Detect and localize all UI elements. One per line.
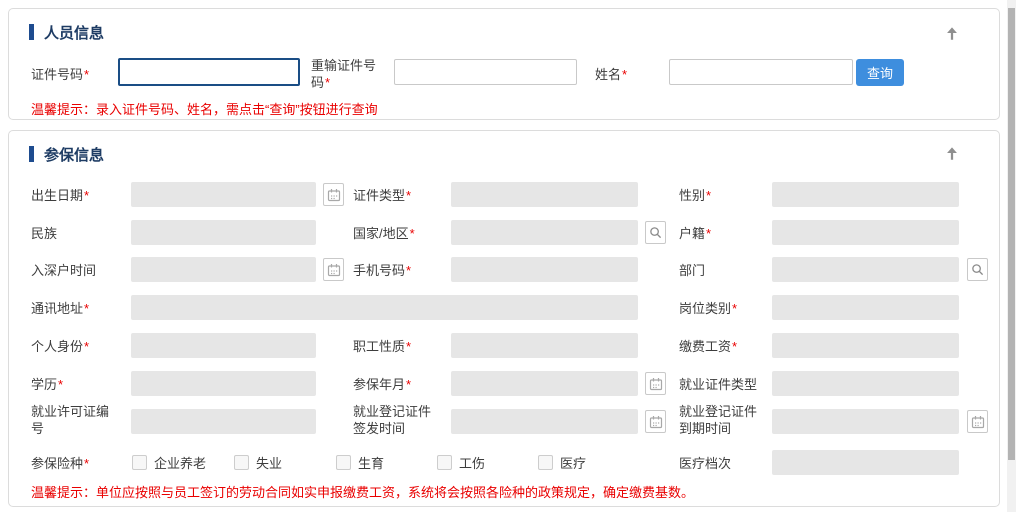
injury-checkbox[interactable] xyxy=(437,455,452,470)
salary-label: 缴费工资* xyxy=(679,338,737,355)
calendar-icon[interactable] xyxy=(967,410,988,433)
birth-date-field xyxy=(131,182,316,207)
month-field xyxy=(451,371,638,396)
emp-nature-field xyxy=(451,333,638,358)
mobile-label: 手机号码* xyxy=(353,262,411,279)
emp-nature-label: 职工性质* xyxy=(353,338,411,355)
search-icon[interactable] xyxy=(967,258,988,281)
id-type-field xyxy=(451,182,638,207)
vertical-scrollbar xyxy=(1007,0,1016,512)
ethnic-label: 民族 xyxy=(31,225,57,242)
unemployment-checkbox[interactable] xyxy=(234,455,249,470)
person-tip-text: 温馨提示：录入证件号码、姓名，需点击“查询”按钮进行查询 xyxy=(31,99,378,118)
country-label: 国家/地区* xyxy=(353,225,415,242)
insure-tip-text: 温馨提示：单位应按照与员工签订的劳动合同如实申报缴费工资，系统将会按照各险种的政… xyxy=(31,482,694,501)
sz-date-field xyxy=(131,257,316,282)
id-type-label: 证件类型* xyxy=(353,187,411,204)
month-label: 参保年月* xyxy=(353,376,411,393)
cert-issue-label: 就业登记证件签发时间 xyxy=(353,403,441,437)
checkbox-group-maternity[interactable]: 生育 xyxy=(336,453,384,472)
checkbox-group-pension[interactable]: 企业养老 xyxy=(132,453,206,472)
ethnic-field xyxy=(131,220,316,245)
pension-checkbox[interactable] xyxy=(132,455,147,470)
collapse-up-arrow-icon[interactable] xyxy=(943,144,961,162)
id-number-label: 证件号码* xyxy=(31,66,89,83)
med-level-label: 医疗档次 xyxy=(679,455,731,472)
hukou-field xyxy=(772,220,959,245)
calendar-icon[interactable] xyxy=(645,410,666,433)
insure-section-title: 参保信息 xyxy=(44,144,104,165)
maternity-checkbox-label: 生育 xyxy=(358,453,384,472)
name-input[interactable] xyxy=(669,59,853,85)
checkbox-group-injury[interactable]: 工伤 xyxy=(437,453,485,472)
edu-label: 学历* xyxy=(31,376,63,393)
address-field xyxy=(131,295,638,320)
section-bar xyxy=(29,24,34,40)
salary-field xyxy=(772,333,959,358)
section-bar xyxy=(29,146,34,162)
calendar-icon[interactable] xyxy=(323,258,344,281)
name-label: 姓名* xyxy=(595,66,627,83)
ins-types-label: 参保险种* xyxy=(31,455,89,472)
insure-section-header: 参保信息 xyxy=(29,145,104,163)
medical-checkbox-label: 医疗 xyxy=(560,453,586,472)
hukou-label: 户籍* xyxy=(679,225,711,242)
id-number-repeat-input[interactable] xyxy=(394,59,577,85)
cert-expire-label: 就业登记证件到期时间 xyxy=(679,403,765,437)
unemployment-checkbox-label: 失业 xyxy=(256,453,282,472)
calendar-icon[interactable] xyxy=(323,183,344,206)
cert-issue-field xyxy=(451,409,638,434)
maternity-checkbox[interactable] xyxy=(336,455,351,470)
gender-label: 性别* xyxy=(679,187,711,204)
address-label: 通讯地址* xyxy=(31,300,89,317)
dept-label: 部门 xyxy=(679,262,705,279)
cert-expire-field xyxy=(772,409,959,434)
edu-field xyxy=(131,371,316,396)
person-section-header: 人员信息 xyxy=(29,23,104,41)
search-icon[interactable] xyxy=(645,221,666,244)
person-info-panel: 人员信息 证件号码* 重输证件号码* 姓名* 查询 温馨提示：录入证件号码、姓名… xyxy=(8,8,1000,120)
query-button[interactable]: 查询 xyxy=(856,59,904,86)
medical-checkbox[interactable] xyxy=(538,455,553,470)
id-number-input[interactable] xyxy=(118,58,300,86)
country-field xyxy=(451,220,638,245)
sz-date-label: 入深户时间 xyxy=(31,262,96,279)
person-section-title: 人员信息 xyxy=(44,22,104,43)
insure-info-panel: 参保信息 出生日期* 证件类型* 性别* 民族 国家/地区* 户籍* 入深户时间… xyxy=(8,130,1000,507)
collapse-up-arrow-icon[interactable] xyxy=(943,24,961,42)
identity-field xyxy=(131,333,316,358)
emp-cert-type-field xyxy=(772,371,959,396)
post-cat-label: 岗位类别* xyxy=(679,300,737,317)
page: 人员信息 证件号码* 重输证件号码* 姓名* 查询 温馨提示：录入证件号码、姓名… xyxy=(0,0,1016,512)
med-level-field xyxy=(772,450,959,475)
permit-no-field xyxy=(131,409,316,434)
checkbox-group-unemployment[interactable]: 失业 xyxy=(234,453,282,472)
injury-checkbox-label: 工伤 xyxy=(459,453,485,472)
emp-cert-type-label: 就业证件类型 xyxy=(679,376,757,393)
birth-date-label: 出生日期* xyxy=(31,187,89,204)
calendar-icon[interactable] xyxy=(645,372,666,395)
id-number-repeat-label: 重输证件号码* xyxy=(311,57,385,91)
post-cat-field xyxy=(772,295,959,320)
mobile-field xyxy=(451,257,638,282)
permit-no-label: 就业许可证编号 xyxy=(31,403,117,437)
gender-field xyxy=(772,182,959,207)
scrollbar-thumb[interactable] xyxy=(1008,8,1015,460)
checkbox-group-medical[interactable]: 医疗 xyxy=(538,453,586,472)
dept-field xyxy=(772,257,959,282)
identity-label: 个人身份* xyxy=(31,338,89,355)
pension-checkbox-label: 企业养老 xyxy=(154,453,206,472)
